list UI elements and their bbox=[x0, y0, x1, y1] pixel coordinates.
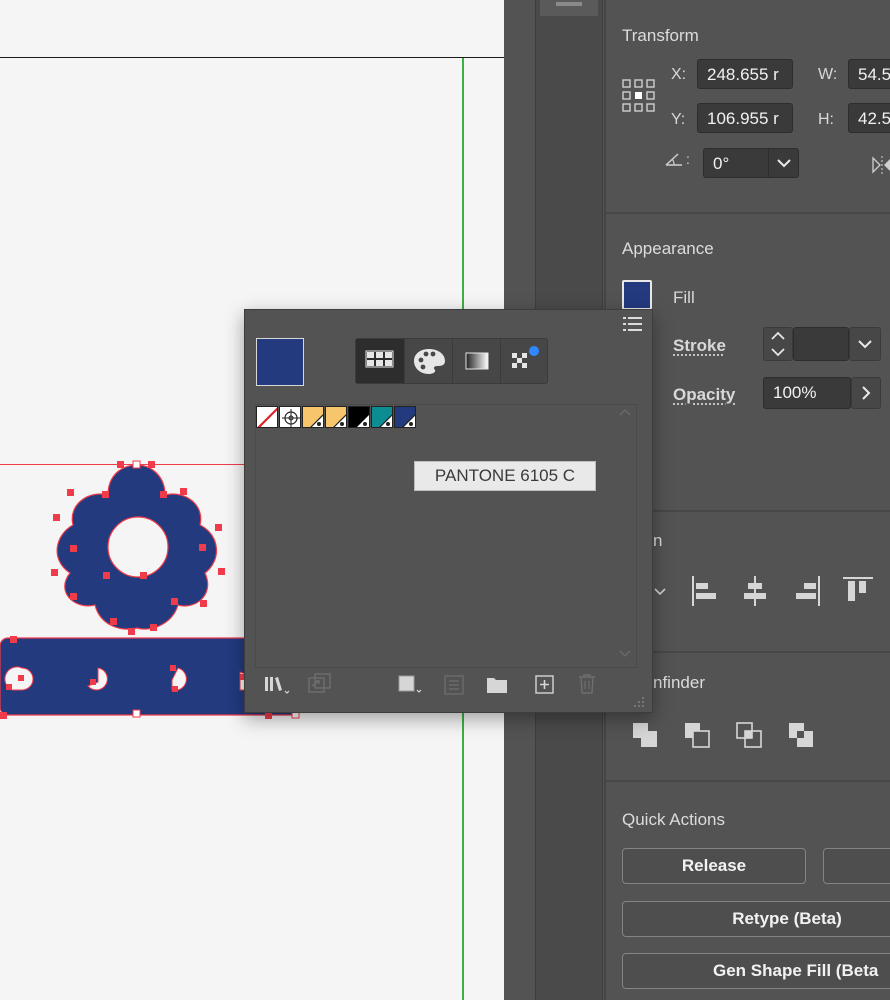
h-field[interactable]: 42.5 bbox=[848, 103, 890, 133]
gradient-icon bbox=[465, 352, 489, 370]
scroll-up-icon[interactable] bbox=[619, 408, 631, 416]
appearance-title: Appearance bbox=[622, 239, 714, 258]
align-left-icon[interactable] bbox=[690, 575, 720, 607]
fill-swatch[interactable] bbox=[622, 280, 652, 310]
x-label: X: bbox=[671, 66, 687, 83]
reference-point-icon[interactable] bbox=[622, 79, 656, 113]
current-fill-swatch[interactable] bbox=[256, 338, 304, 386]
stroke-label[interactable]: Stroke bbox=[673, 336, 726, 356]
chevron-right-icon bbox=[862, 386, 871, 400]
chevron-down-icon bbox=[771, 348, 785, 357]
pathfinder-minus-front-icon[interactable] bbox=[684, 722, 710, 748]
swatch-type-tabs bbox=[355, 338, 548, 384]
pattern-icon bbox=[512, 346, 539, 368]
swatch-spot-orange-1[interactable] bbox=[302, 406, 324, 428]
gradient-tab[interactable] bbox=[452, 339, 500, 383]
pathfinder-exclude-icon[interactable] bbox=[788, 722, 814, 748]
scroll-down-icon[interactable] bbox=[619, 650, 631, 658]
pathfinder-intersect-icon[interactable] bbox=[736, 722, 762, 748]
collapsed-panel-tab[interactable] bbox=[540, 0, 598, 16]
swatch-spot-navy[interactable] bbox=[394, 406, 416, 428]
h-label: H: bbox=[818, 111, 834, 128]
artboard-edge bbox=[0, 57, 504, 58]
new-color-group-icon[interactable] bbox=[485, 674, 511, 696]
delete-swatch-icon[interactable] bbox=[575, 672, 599, 696]
swatch-options-icon[interactable] bbox=[443, 674, 467, 696]
align-right-icon[interactable] bbox=[792, 575, 822, 607]
swatches-grid-icon bbox=[365, 350, 394, 368]
opacity-menu-button[interactable] bbox=[851, 377, 881, 409]
swatches-tab[interactable] bbox=[356, 339, 404, 383]
x-field[interactable]: 248.655 r bbox=[697, 59, 793, 89]
chevron-down-icon bbox=[777, 159, 791, 168]
swatch-spot-black[interactable] bbox=[348, 406, 370, 428]
flower-hole bbox=[107, 516, 169, 578]
w-label: W: bbox=[818, 66, 838, 83]
align-horizontal-center-icon[interactable] bbox=[740, 575, 770, 607]
align-title: n bbox=[653, 531, 663, 550]
y-label: Y: bbox=[671, 111, 686, 128]
color-palette-icon bbox=[414, 349, 445, 374]
gen-shape-fill-button[interactable]: Gen Shape Fill (Beta bbox=[622, 953, 890, 989]
align-options-chevron[interactable] bbox=[652, 584, 668, 600]
chevron-down-icon bbox=[654, 588, 666, 596]
svg-text::: : bbox=[686, 151, 690, 167]
stroke-weight-field[interactable] bbox=[793, 327, 849, 361]
stroke-weight-dropdown[interactable] bbox=[849, 327, 881, 361]
color-tab[interactable] bbox=[404, 339, 452, 383]
section-divider bbox=[606, 212, 890, 214]
place-swatches-icon[interactable] bbox=[307, 672, 333, 696]
swatch-kinds-menu-icon[interactable] bbox=[397, 674, 427, 696]
swatch-none[interactable] bbox=[256, 406, 278, 428]
y-field[interactable]: 106.955 r bbox=[697, 103, 793, 133]
flip-horizontal-icon[interactable] bbox=[871, 154, 890, 176]
resize-grip-icon[interactable] bbox=[633, 696, 645, 708]
section-divider bbox=[606, 780, 890, 782]
registration-icon bbox=[282, 409, 300, 427]
align-top-icon[interactable] bbox=[842, 575, 874, 607]
swatch-registration[interactable] bbox=[279, 406, 301, 428]
fill-label: Fill bbox=[673, 288, 695, 307]
release-button[interactable]: Release bbox=[622, 848, 806, 884]
swatch-spot-orange-2[interactable] bbox=[325, 406, 347, 428]
chevron-up-icon bbox=[771, 331, 785, 340]
pathfinder-title: nfinder bbox=[653, 673, 705, 692]
swatches-popup: PANTONE 6105 C bbox=[244, 309, 653, 713]
opacity-field[interactable]: 100% bbox=[763, 377, 851, 409]
opacity-label[interactable]: Opacity bbox=[673, 385, 735, 405]
swatch-spot-teal[interactable] bbox=[371, 406, 393, 428]
panel-icon bbox=[556, 2, 582, 6]
stroke-weight-stepper[interactable] bbox=[763, 327, 793, 361]
swatch-list-area bbox=[255, 404, 637, 668]
quick-action-button-2[interactable] bbox=[823, 848, 890, 884]
panel-menu-icon[interactable] bbox=[623, 316, 643, 332]
rotate-value: 0° bbox=[713, 154, 730, 173]
pathfinder-unite-icon[interactable] bbox=[632, 722, 658, 748]
new-swatch-icon[interactable] bbox=[533, 673, 557, 697]
transform-title: Transform bbox=[622, 26, 699, 45]
swatch-tooltip: PANTONE 6105 C bbox=[414, 461, 596, 491]
chevron-down-icon bbox=[858, 340, 872, 349]
swatch-libraries-icon[interactable] bbox=[263, 673, 293, 697]
w-field[interactable]: 54.5 bbox=[848, 59, 890, 89]
rotate-angle-icon: : bbox=[664, 150, 694, 168]
rotate-dropdown-button[interactable] bbox=[768, 149, 799, 177]
quick-actions-title: Quick Actions bbox=[622, 810, 725, 829]
retype-button[interactable]: Retype (Beta) bbox=[622, 901, 890, 937]
pattern-tab[interactable] bbox=[500, 339, 548, 383]
